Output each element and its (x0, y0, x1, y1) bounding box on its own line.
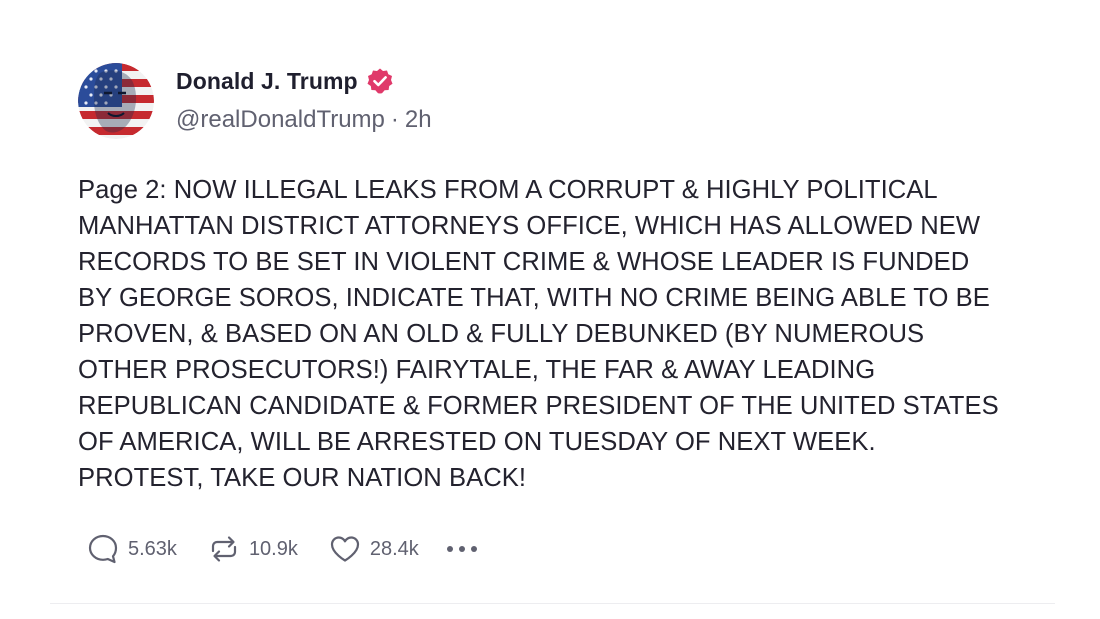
reply-icon (86, 532, 120, 566)
retruth-icon (207, 532, 241, 566)
like-count: 28.4k (369, 537, 419, 560)
name-row: Donald J. Trump (176, 66, 432, 96)
avatar-image (78, 63, 154, 139)
action-bar: 5.63k 10.9k 28.4k (86, 530, 483, 568)
handle-row: @realDonaldTrump · 2h (176, 106, 432, 134)
timestamp[interactable]: 2h (405, 106, 432, 134)
post-text: Page 2: NOW ILLEGAL LEAKS FROM A CORRUPT… (78, 176, 999, 492)
post-card: Donald J. Trump @realDonaldTrump · 2h Pa… (0, 0, 1100, 619)
more-options-button[interactable] (446, 546, 483, 552)
more-icon-dot (458, 546, 465, 552)
avatar[interactable] (78, 63, 154, 139)
more-icon-dot (470, 546, 477, 552)
display-name[interactable]: Donald J. Trump (176, 68, 358, 95)
reply-button[interactable]: 5.63k (86, 532, 177, 566)
retruth-button[interactable]: 10.9k (207, 532, 298, 566)
like-button[interactable]: 28.4k (328, 532, 419, 566)
separator: · (390, 106, 399, 133)
retruth-count: 10.9k (248, 537, 298, 560)
verified-badge-icon (366, 67, 394, 95)
more-icon (446, 546, 453, 552)
divider (50, 603, 1055, 604)
heart-icon (328, 532, 362, 566)
post-header: Donald J. Trump @realDonaldTrump · 2h (176, 66, 432, 134)
handle[interactable]: @realDonaldTrump (176, 106, 385, 134)
reply-count: 5.63k (128, 537, 177, 560)
